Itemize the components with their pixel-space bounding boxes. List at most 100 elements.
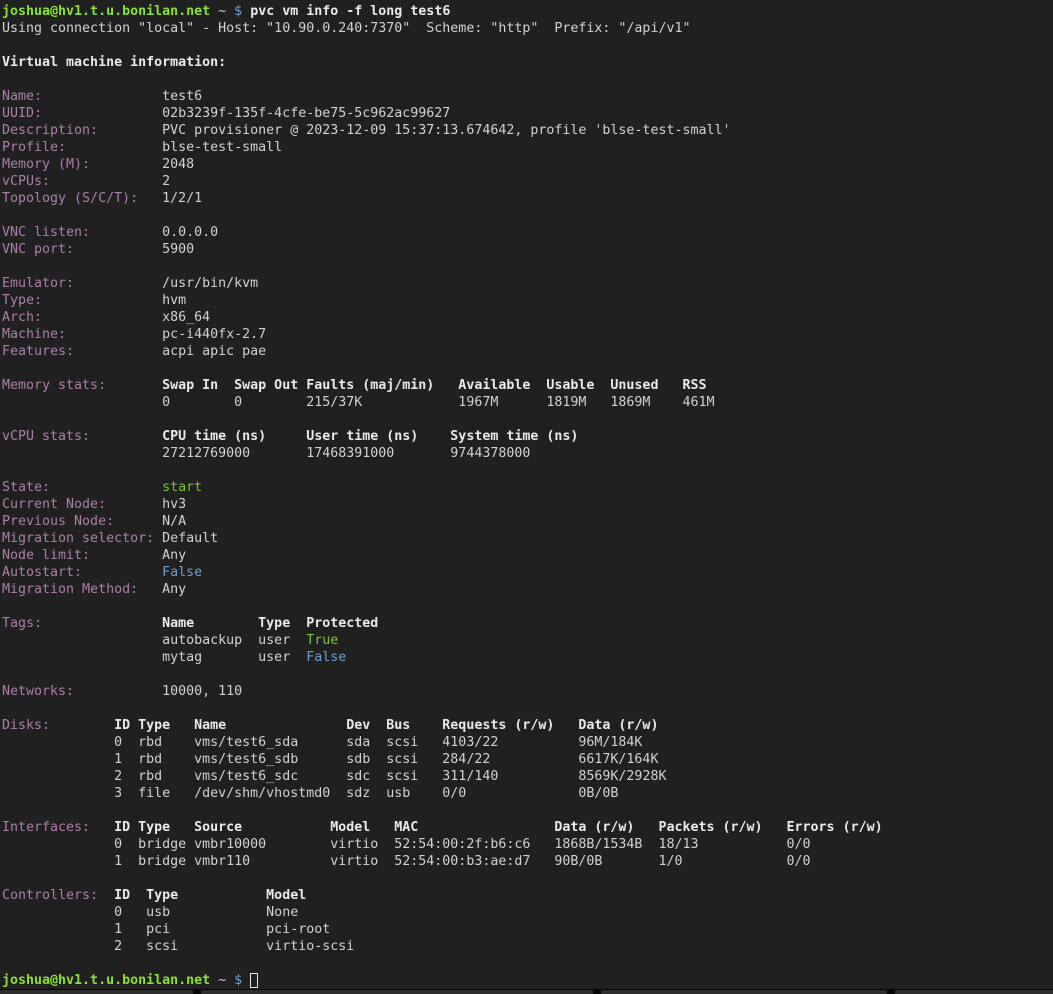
terminal-text-segment: hv3 xyxy=(162,497,186,512)
terminal-text-segment: ID Type Model xyxy=(114,888,306,903)
terminal-line: Name: test6 xyxy=(2,88,1053,105)
terminal-text-segment: ID Type Name Dev Bus Requests (r/w) Data… xyxy=(114,718,658,733)
terminal-line xyxy=(2,207,1053,224)
terminal-line: 0 rbd vms/test6_sda sda scsi 4103/22 96M… xyxy=(2,734,1053,751)
terminal-text-segment: 1 bridge vmbr110 virtio 52:54:00:b3:ae:d… xyxy=(114,854,810,869)
terminal-text-segment: 02b3239f-135f-4cfe-be75-5c962ac99627 xyxy=(162,106,450,121)
terminal-text-segment: Features: xyxy=(2,344,162,359)
terminal-line: mytag user False xyxy=(2,649,1053,666)
terminal-text-segment: Autostart: xyxy=(2,565,162,580)
terminal-text-segment: Migration Method: xyxy=(2,582,162,597)
terminal-line: joshua@hv1.t.u.bonilan.net ~ $ xyxy=(2,972,1053,989)
terminal-text-segment: Virtual machine information: xyxy=(2,55,226,70)
terminal-text-segment xyxy=(2,446,162,461)
terminal-line xyxy=(2,802,1053,819)
terminal-line: Disks: ID Type Name Dev Bus Requests (r/… xyxy=(2,717,1053,734)
terminal-text-segment: 1 pci pci-root xyxy=(114,922,330,937)
terminal-line: 0 bridge vmbr10000 virtio 52:54:00:2f:b6… xyxy=(2,836,1053,853)
taskbar-button-top[interactable] xyxy=(201,990,593,994)
terminal-text-segment: Machine: xyxy=(2,327,162,342)
terminal-text-segment: Name: xyxy=(2,89,162,104)
terminal-text-segment: vCPUs: xyxy=(2,174,162,189)
terminal-text-segment: joshua@hv1.t.u.bonilan.net xyxy=(2,4,210,19)
terminal-text-segment: Tags: xyxy=(2,616,162,631)
terminal-line: VNC listen: 0.0.0.0 xyxy=(2,224,1053,241)
terminal-text-segment xyxy=(2,633,162,648)
terminal-text-segment xyxy=(2,650,162,665)
terminal-text-segment: VNC port: xyxy=(2,242,162,257)
terminal-line: State: start xyxy=(2,479,1053,496)
terminal-text-segment: mytag user xyxy=(162,650,306,665)
terminal-line: Migration selector: Default xyxy=(2,530,1053,547)
terminal-text-segment: ID Type Source Model MAC Data (r/w) Pack… xyxy=(114,820,883,835)
terminal-line: Migration Method: Any xyxy=(2,581,1053,598)
terminal-text-segment: True xyxy=(306,633,338,648)
terminal-line: Controllers: ID Type Model xyxy=(2,887,1053,904)
terminal-text-segment xyxy=(2,939,114,954)
terminal-line: Arch: x86_64 xyxy=(2,309,1053,326)
terminal-line xyxy=(2,666,1053,683)
terminal-line xyxy=(2,598,1053,615)
terminal-line xyxy=(2,700,1053,717)
terminal-text-segment: Profile: xyxy=(2,140,162,155)
terminal-text-segment: 0 0 215/37K 1967M 1819M 1869M 461M xyxy=(162,395,714,410)
terminal-text-segment: Arch: xyxy=(2,310,162,325)
terminal-line: UUID: 02b3239f-135f-4cfe-be75-5c962ac996… xyxy=(2,105,1053,122)
terminal-text-segment: Emulator: xyxy=(2,276,162,291)
terminal-text-segment: False xyxy=(162,565,202,580)
terminal-line: Current Node: hv3 xyxy=(2,496,1053,513)
terminal-line: Description: PVC provisioner @ 2023-12-0… xyxy=(2,122,1053,139)
terminal-text-segment xyxy=(2,735,114,750)
terminal-text-segment: False xyxy=(306,650,346,665)
terminal-line xyxy=(2,37,1053,54)
terminal-output[interactable]: joshua@hv1.t.u.bonilan.net ~ $ pvc vm in… xyxy=(0,0,1053,989)
terminal-text-segment: Swap In Swap Out Faults (maj/min) Availa… xyxy=(162,378,706,393)
terminal-line: vCPU stats: CPU time (ns) User time (ns)… xyxy=(2,428,1053,445)
terminal-text-segment: Interfaces: xyxy=(2,820,114,835)
terminal-line: Networks: 10000, 110 xyxy=(2,683,1053,700)
terminal-text-segment: Migration selector: xyxy=(2,531,162,546)
taskbar-button-top[interactable] xyxy=(895,990,1053,994)
terminal-text-segment xyxy=(2,395,162,410)
terminal-text-segment: start xyxy=(162,480,202,495)
terminal-line xyxy=(2,870,1053,887)
terminal-text-segment: Node limit: xyxy=(2,548,162,563)
terminal-text-segment: 5900 xyxy=(162,242,194,257)
terminal-text-segment: Any xyxy=(162,548,186,563)
terminal-text-segment xyxy=(2,905,114,920)
terminal-line: Features: acpi apic pae xyxy=(2,343,1053,360)
terminal-line xyxy=(2,71,1053,88)
terminal-line: 1 rbd vms/test6_sdb sdb scsi 284/22 6617… xyxy=(2,751,1053,768)
terminal-text-segment: Any xyxy=(162,582,186,597)
terminal-text-segment: CPU time (ns) User time (ns) System time… xyxy=(162,429,578,444)
terminal-line: 27212769000 17468391000 9744378000 xyxy=(2,445,1053,462)
terminal-text-segment: Description: xyxy=(2,123,162,138)
terminal-window[interactable]: joshua@hv1.t.u.bonilan.net ~ $ pvc vm in… xyxy=(0,0,1053,994)
terminal-line: Topology (S/C/T): 1/2/1 xyxy=(2,190,1053,207)
terminal-text-segment xyxy=(2,752,114,767)
terminal-text-segment: $ xyxy=(234,4,242,19)
terminal-line xyxy=(2,360,1053,377)
terminal-line: VNC port: 5900 xyxy=(2,241,1053,258)
terminal-text-segment: /usr/bin/kvm xyxy=(162,276,258,291)
terminal-text-segment: 0 bridge vmbr10000 virtio 52:54:00:2f:b6… xyxy=(114,837,810,852)
terminal-text-segment: Networks: xyxy=(2,684,162,699)
terminal-line: Interfaces: ID Type Source Model MAC Dat… xyxy=(2,819,1053,836)
terminal-line: 1 bridge vmbr110 virtio 52:54:00:b3:ae:d… xyxy=(2,853,1053,870)
taskbar-button-top[interactable] xyxy=(0,990,193,994)
terminal-text-segment: 0.0.0.0 xyxy=(162,225,218,240)
terminal-text-segment: Default xyxy=(162,531,218,546)
terminal-text-segment: hvm xyxy=(162,293,186,308)
terminal-line: 1 pci pci-root xyxy=(2,921,1053,938)
terminal-line: Profile: blse-test-small xyxy=(2,139,1053,156)
terminal-text-segment: VNC listen: xyxy=(2,225,162,240)
terminal-text-segment: ~ xyxy=(210,4,234,19)
terminal-text-segment: pc-i440fx-2.7 xyxy=(162,327,266,342)
terminal-text-segment: Name Type Protected xyxy=(162,616,378,631)
taskbar-strip xyxy=(0,989,1053,994)
terminal-text-segment: autobackup user xyxy=(162,633,306,648)
terminal-text-segment: 2 scsi virtio-scsi xyxy=(114,939,354,954)
taskbar-button-top[interactable] xyxy=(601,990,887,994)
terminal-text-segment: ~ xyxy=(210,973,234,988)
terminal-text-segment: 1 rbd vms/test6_sdb sdb scsi 284/22 6617… xyxy=(114,752,658,767)
